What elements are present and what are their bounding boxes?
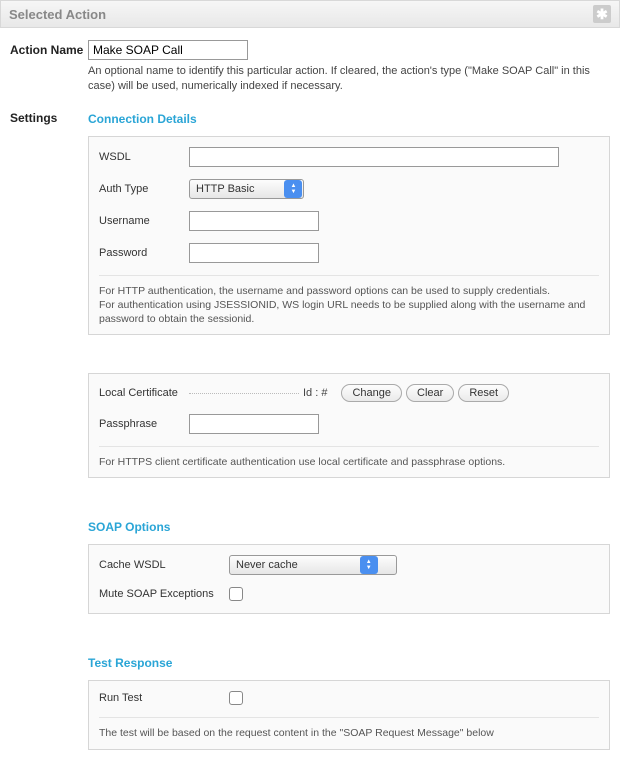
local-cert-label: Local Certificate [99, 387, 189, 399]
password-label: Password [99, 247, 189, 259]
select-arrows-icon: ▲▼ [360, 556, 378, 574]
settings-label: Settings [10, 108, 88, 760]
test-note: The test will be based on the request co… [99, 717, 599, 740]
clear-button[interactable]: Clear [406, 384, 454, 402]
run-test-label: Run Test [99, 692, 229, 704]
cert-id-prefix: Id : # [303, 387, 327, 399]
cache-wsdl-value: Never cache [236, 559, 360, 571]
reset-button[interactable]: Reset [458, 384, 509, 402]
cache-wsdl-select[interactable]: Never cache ▲▼ [229, 555, 397, 575]
auth-note-line2: For authentication using JSESSIONID, WS … [99, 299, 585, 325]
star-icon[interactable]: ✱ [593, 5, 611, 23]
cache-wsdl-label: Cache WSDL [99, 559, 229, 571]
mute-exceptions-label: Mute SOAP Exceptions [99, 588, 229, 600]
panel-title: Selected Action [9, 7, 106, 22]
auth-type-label: Auth Type [99, 183, 189, 195]
wsdl-label: WSDL [99, 151, 189, 163]
auth-type-value: HTTP Basic [196, 183, 284, 195]
run-test-checkbox[interactable] [229, 691, 243, 705]
change-button[interactable]: Change [341, 384, 402, 402]
password-input[interactable] [189, 243, 319, 263]
connection-details-title: Connection Details [88, 112, 610, 126]
cert-note: For HTTPS client certificate authenticat… [99, 446, 599, 469]
test-response-title: Test Response [88, 656, 610, 670]
passphrase-label: Passphrase [99, 418, 189, 430]
cert-id-value [189, 393, 299, 394]
mute-exceptions-checkbox[interactable] [229, 587, 243, 601]
soap-options-title: SOAP Options [88, 520, 610, 534]
action-name-label: Action Name [10, 40, 88, 94]
wsdl-input[interactable] [189, 147, 559, 167]
action-name-input[interactable] [88, 40, 248, 60]
auth-note-line1: For HTTP authentication, the username an… [99, 285, 550, 297]
auth-type-select[interactable]: HTTP Basic ▲▼ [189, 179, 304, 199]
connection-panel: WSDL Auth Type HTTP Basic ▲▼ Username Pa… [88, 136, 610, 336]
auth-note: For HTTP authentication, the username an… [99, 275, 599, 327]
action-name-hint: An optional name to identify this partic… [88, 64, 610, 94]
panel-header: Selected Action ✱ [0, 0, 620, 28]
soap-options-panel: Cache WSDL Never cache ▲▼ Mute SOAP Exce… [88, 544, 610, 614]
passphrase-input[interactable] [189, 414, 319, 434]
username-input[interactable] [189, 211, 319, 231]
select-arrows-icon: ▲▼ [284, 180, 302, 198]
certificate-panel: Local Certificate Id : # Change Clear Re… [88, 373, 610, 478]
username-label: Username [99, 215, 189, 227]
